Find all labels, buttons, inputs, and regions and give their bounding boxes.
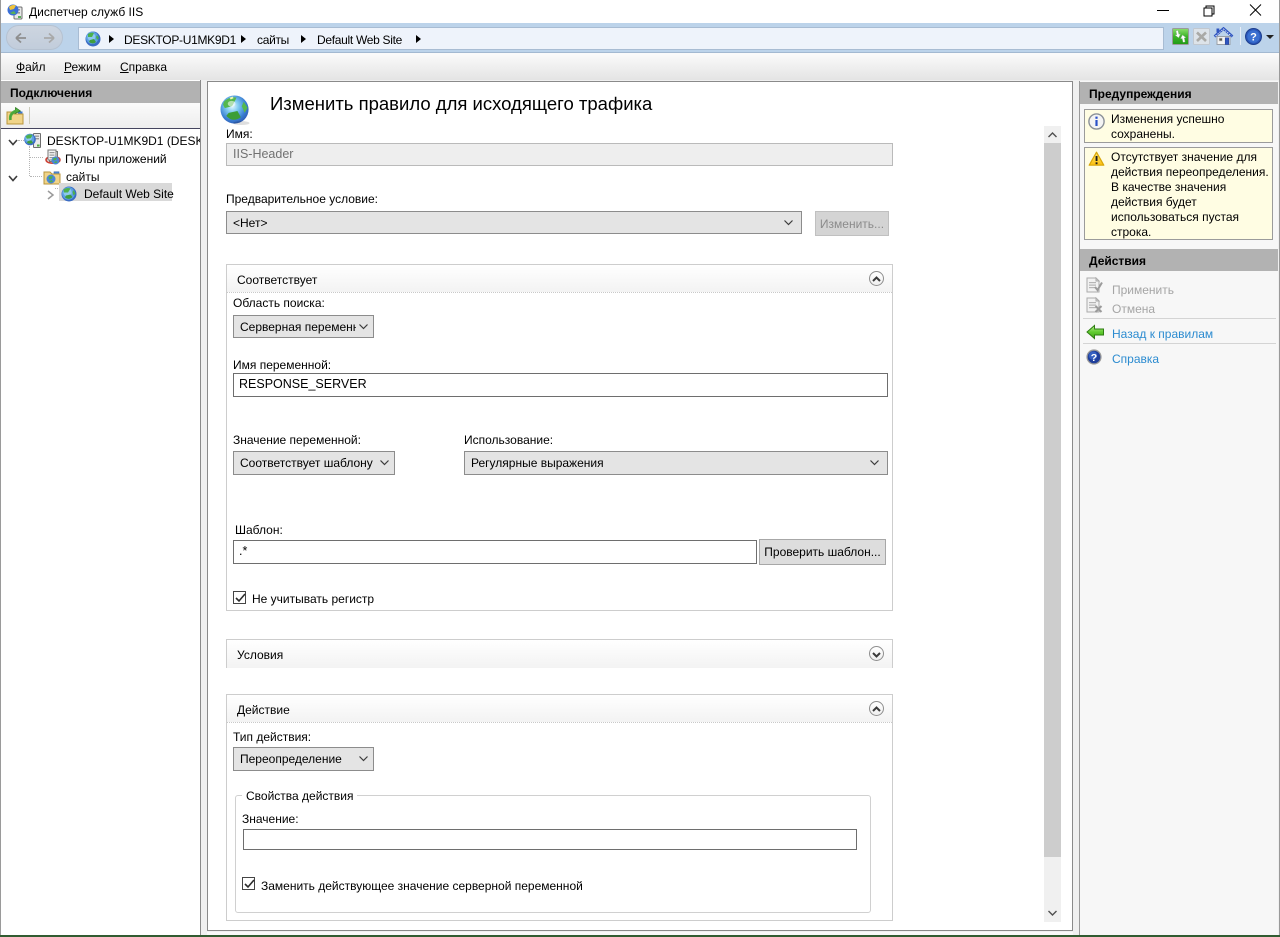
svg-text:?: ? — [1250, 32, 1257, 44]
svg-text:?: ? — [1091, 352, 1097, 364]
